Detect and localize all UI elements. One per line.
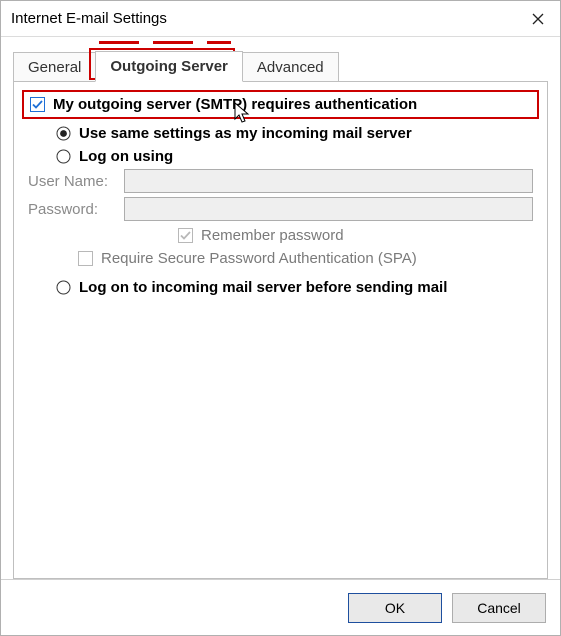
tab-panel-outgoing: My outgoing server (SMTP) requires authe…: [13, 81, 548, 579]
radio-log-on-before-send[interactable]: [56, 280, 71, 295]
row-log-on-using: Log on using: [56, 148, 533, 165]
label-remember-password: Remember password: [201, 227, 344, 244]
highlight-mark: [207, 41, 231, 44]
close-icon: [532, 13, 544, 25]
ok-button[interactable]: OK: [348, 593, 442, 623]
titlebar: Internet E-mail Settings: [1, 1, 560, 37]
row-remember-password: Remember password: [178, 227, 533, 244]
label-require-spa: Require Secure Password Authentication (…: [101, 250, 417, 267]
tab-advanced[interactable]: Advanced: [242, 52, 339, 82]
row-require-spa: Require Secure Password Authentication (…: [78, 250, 533, 267]
dialog-footer: OK Cancel: [1, 579, 560, 635]
highlight-mark: [99, 41, 139, 44]
radio-log-on-using[interactable]: [56, 149, 71, 164]
row-log-on-before-send: Log on to incoming mail server before se…: [56, 279, 533, 296]
label-requires-auth: My outgoing server (SMTP) requires authe…: [53, 96, 417, 113]
tab-outgoing-server[interactable]: Outgoing Server: [95, 51, 243, 82]
cancel-button[interactable]: Cancel: [452, 593, 546, 623]
settings-window: Internet E-mail Settings General Outgoin…: [0, 0, 561, 636]
highlight-box-auth: My outgoing server (SMTP) requires authe…: [22, 90, 539, 119]
label-use-same: Use same settings as my incoming mail se…: [79, 125, 412, 142]
row-use-same: Use same settings as my incoming mail se…: [56, 125, 533, 142]
tab-general[interactable]: General: [13, 52, 96, 82]
dialog-body: General Outgoing Server Advanced My outg…: [1, 37, 560, 579]
radio-use-same[interactable]: [56, 126, 71, 141]
input-username[interactable]: [124, 169, 533, 193]
window-title: Internet E-mail Settings: [11, 10, 167, 27]
checkbox-requires-auth[interactable]: [30, 97, 45, 112]
label-log-on-using: Log on using: [79, 148, 173, 165]
input-password[interactable]: [124, 197, 533, 221]
row-password: Password:: [28, 197, 533, 221]
row-username: User Name:: [28, 169, 533, 193]
checkbox-require-spa[interactable]: [78, 251, 93, 266]
checkbox-remember-password[interactable]: [178, 228, 193, 243]
tabstrip: General Outgoing Server Advanced: [13, 51, 548, 82]
label-username: User Name:: [28, 173, 124, 190]
highlight-mark: [153, 41, 193, 44]
close-button[interactable]: [516, 1, 560, 37]
label-log-on-before-send: Log on to incoming mail server before se…: [79, 279, 447, 296]
label-password: Password:: [28, 201, 124, 218]
